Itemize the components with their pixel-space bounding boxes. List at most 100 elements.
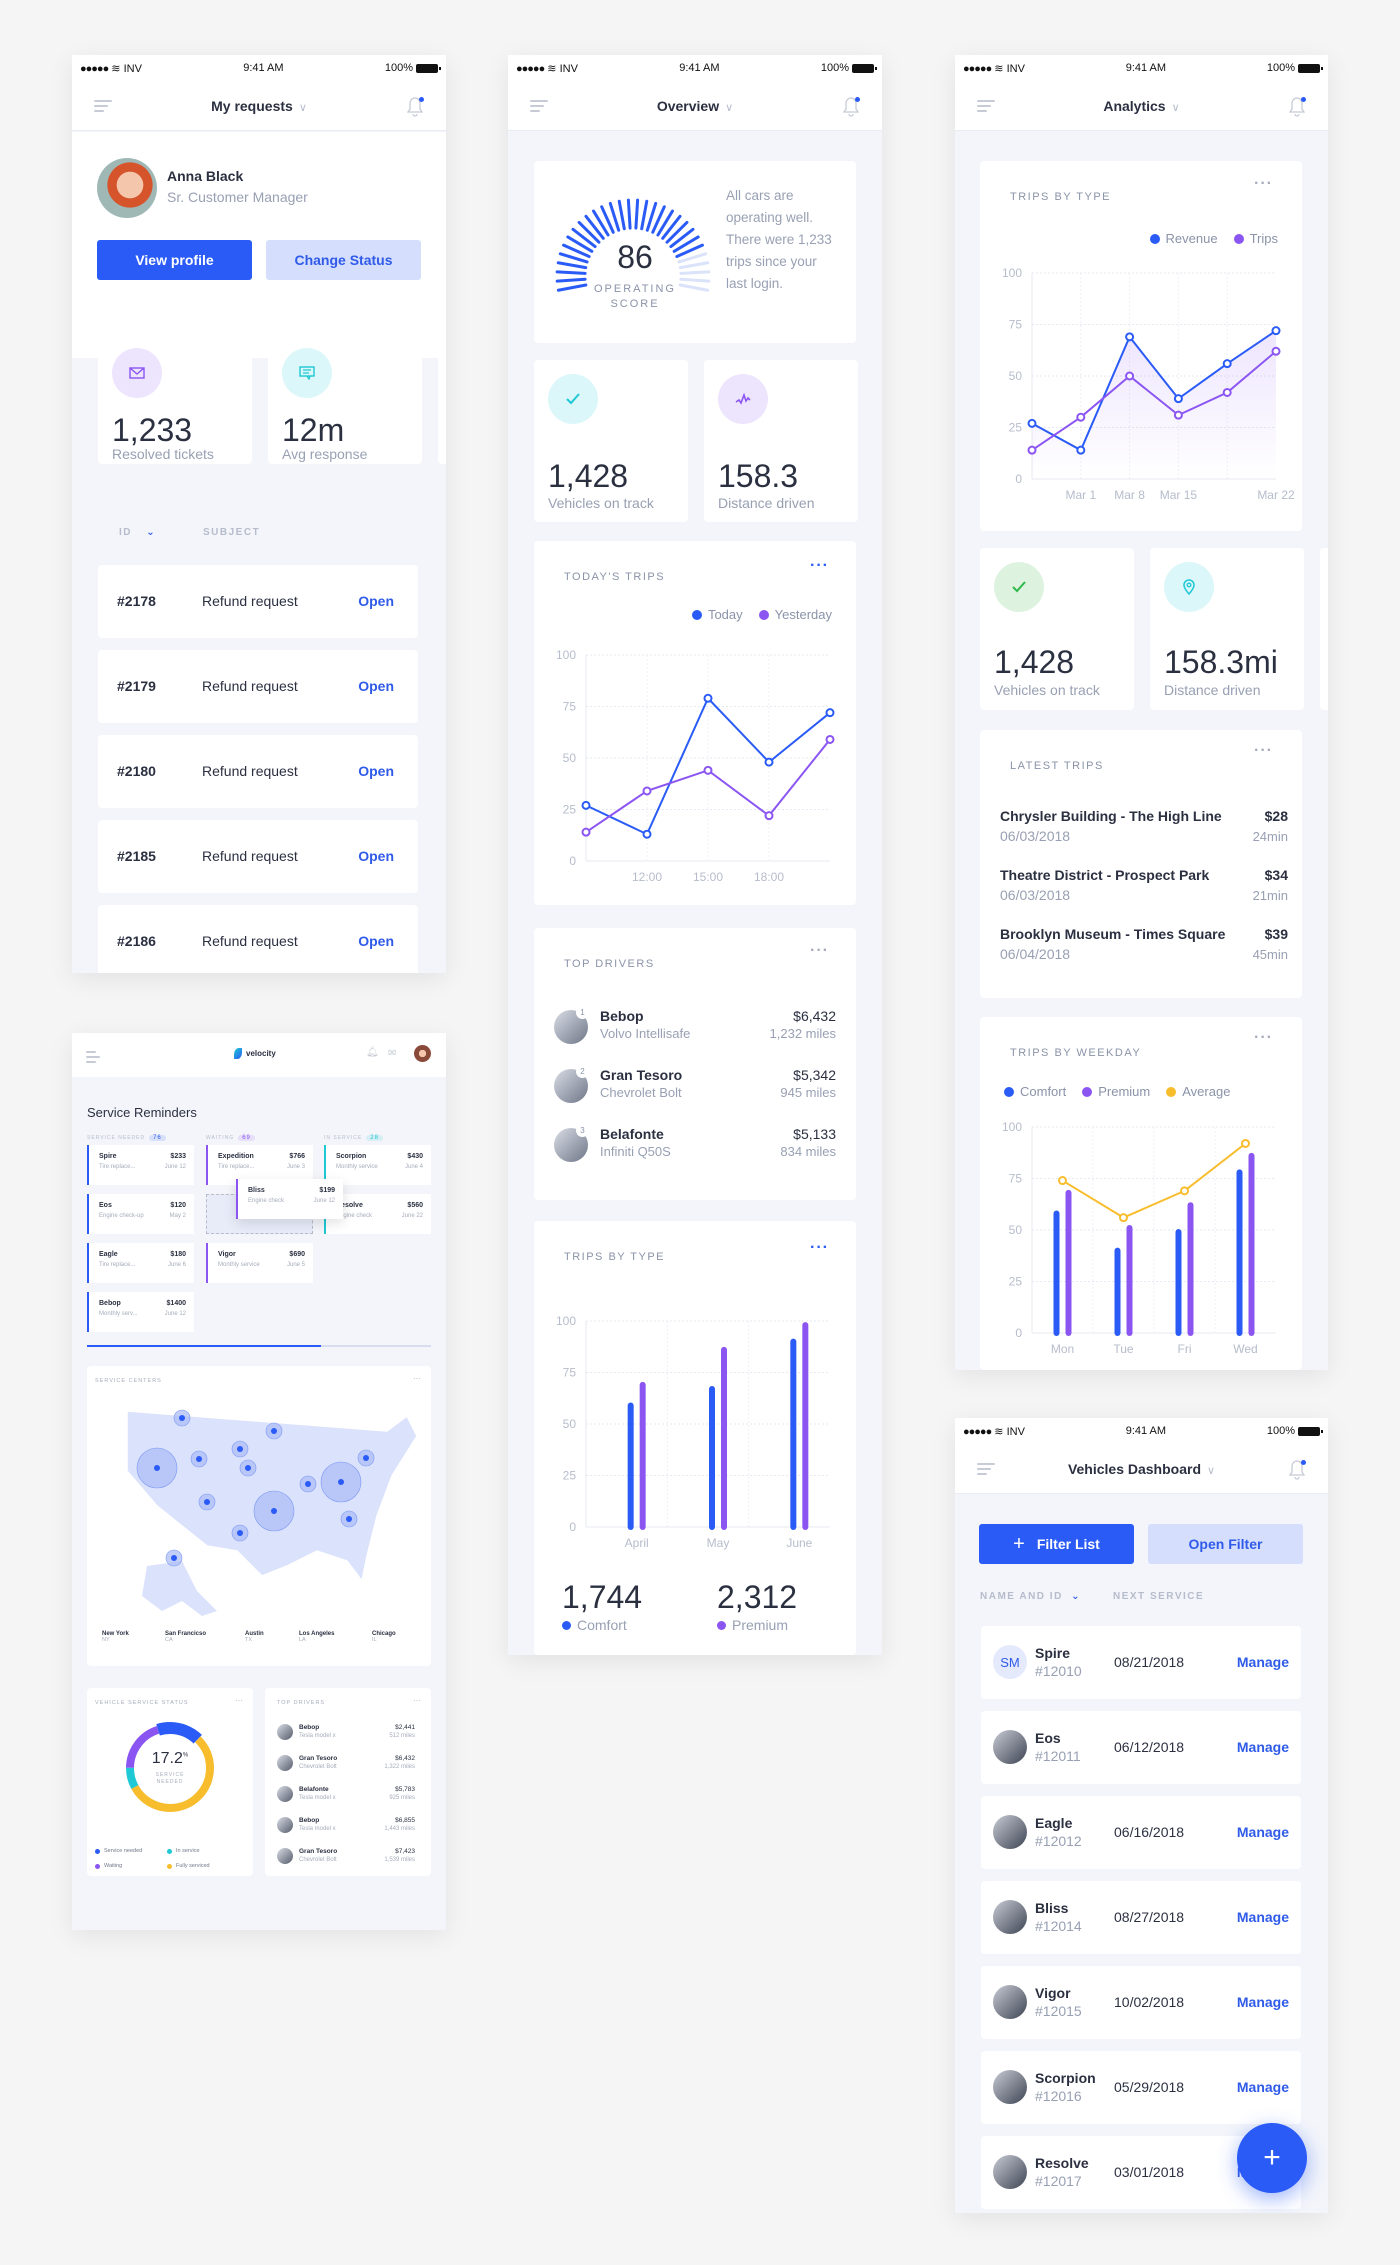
ticket-row[interactable]: #2179 Refund request Open [98,650,418,723]
filter-list-button[interactable]: + Filter List [979,1524,1134,1564]
avatar[interactable] [97,158,157,218]
driver-row[interactable]: Bebop Tesla model x $6,855 1,443 miles [277,1815,415,1843]
data-point[interactable] [825,734,835,744]
vehicle-row[interactable]: SM Spire #12010 08/21/2018 Manage [981,1626,1301,1699]
trip-row[interactable]: Brooklyn Museum - Times Square $39 06/04… [1000,926,1288,978]
more-options-icon[interactable]: ··· [1254,742,1273,760]
notification-bell-icon[interactable] [406,95,424,117]
open-ticket-link[interactable]: Open [358,848,394,864]
notification-bell-icon[interactable]: 🔔︎ [366,1047,379,1058]
vehicle-row[interactable]: Eos #12011 06/12/2018 Manage [981,1711,1301,1784]
data-point[interactable] [1027,445,1037,455]
service-center-marker[interactable] [136,1447,178,1489]
data-point[interactable] [1173,394,1183,404]
driver-row[interactable]: Gran Tesoro Chevrolet Bolt $6,432 1,322 … [277,1753,415,1781]
screen-title-dropdown[interactable]: Overview ∨ [657,98,733,114]
brand-logo[interactable]: velocity [234,1048,276,1059]
open-filter-button[interactable]: Open Filter [1148,1524,1303,1564]
trip-row[interactable]: Chrysler Building - The High Line $28 06… [1000,808,1288,860]
driver-row[interactable]: 1 Bebop Volvo Intellisafe $6,432 1,232 m… [554,1006,836,1054]
manage-link[interactable]: Manage [1237,1654,1289,1670]
service-center-marker[interactable] [299,1475,317,1493]
service-center-marker[interactable] [198,1493,216,1511]
open-ticket-link[interactable]: Open [358,763,394,779]
service-card[interactable]: Vigor $690 Monthly service June 5 [206,1243,313,1283]
service-center-marker[interactable] [265,1422,283,1440]
driver-row[interactable]: 2 Gran Tesoro Chevrolet Bolt $5,342 945 … [554,1065,836,1113]
more-options-icon[interactable]: ··· [413,1374,421,1383]
data-point[interactable] [764,811,774,821]
service-center-marker[interactable] [253,1490,295,1532]
more-options-icon[interactable]: ··· [235,1696,243,1705]
open-ticket-link[interactable]: Open [358,678,394,694]
more-options-icon[interactable]: ··· [810,1239,829,1257]
service-card[interactable]: Spire $233 Tire replace... June 12 [87,1145,194,1185]
data-point[interactable] [1076,412,1086,422]
vehicle-row[interactable]: Vigor #12015 10/02/2018 Manage [981,1966,1301,2039]
menu-icon[interactable] [530,99,548,112]
vehicle-row[interactable]: Bliss #12014 08/27/2018 Manage [981,1881,1301,1954]
trip-row[interactable]: Theatre District - Prospect Park $34 06/… [1000,867,1288,919]
data-point[interactable] [1076,445,1086,455]
data-point[interactable] [764,757,774,767]
more-options-icon[interactable]: ··· [1254,1029,1273,1047]
more-options-icon[interactable]: ··· [1254,175,1273,193]
data-point[interactable] [1271,326,1281,336]
menu-icon[interactable] [86,1051,100,1063]
more-options-icon[interactable]: ··· [810,557,829,575]
mail-icon[interactable]: ✉︎ [388,1048,396,1059]
ticket-row[interactable]: #2185 Refund request Open [98,820,418,893]
data-point[interactable] [1125,371,1135,381]
data-point[interactable] [1271,346,1281,356]
manage-link[interactable]: Manage [1237,1739,1289,1755]
city-item[interactable]: Los Angeles LA [299,1631,334,1643]
data-point[interactable] [703,765,713,775]
data-point[interactable] [1058,1176,1067,1186]
manage-link[interactable]: Manage [1237,1994,1289,2010]
data-point[interactable] [1180,1186,1189,1196]
city-item[interactable]: San Francicso CA [165,1631,206,1643]
data-point[interactable] [642,786,652,796]
manage-link[interactable]: Manage [1237,2079,1289,2095]
service-center-marker[interactable] [357,1449,375,1467]
driver-row[interactable]: 3 Belafonte Infiniti Q50S $5,133 834 mil… [554,1124,836,1172]
service-center-marker[interactable] [231,1524,249,1542]
service-center-marker[interactable] [320,1461,362,1503]
manage-link[interactable]: Manage [1237,1909,1289,1925]
open-ticket-link[interactable]: Open [358,593,394,609]
ticket-row[interactable]: #2178 Refund request Open [98,565,418,638]
screen-title-dropdown[interactable]: Vehicles Dashboard ∨ [1068,1461,1215,1477]
ticket-row[interactable]: #2180 Refund request Open [98,735,418,808]
notification-bell-icon[interactable] [1288,95,1306,117]
data-point[interactable] [581,800,591,810]
screen-title-dropdown[interactable]: My requests ∨ [211,98,307,114]
service-center-marker[interactable] [173,1409,191,1427]
more-options-icon[interactable]: ··· [810,942,829,960]
service-card[interactable]: Eos $120 Engine check-up May 2 [87,1194,194,1234]
driver-row[interactable]: Bebop Tesla model x $2,441 512 miles [277,1722,415,1750]
data-point[interactable] [1119,1213,1128,1223]
notification-bell-icon[interactable] [1288,1458,1306,1480]
service-card[interactable]: Eagle $180 Tire replace... June 6 [87,1243,194,1283]
scrollbar-thumb[interactable] [87,1345,321,1347]
open-ticket-link[interactable]: Open [358,933,394,949]
city-item[interactable]: New York NY [102,1631,129,1643]
change-status-button[interactable]: Change Status [266,240,421,280]
column-header-id[interactable]: ID ⌄ [119,527,156,538]
vehicle-row[interactable]: Eagle #12012 06/16/2018 Manage [981,1796,1301,1869]
manage-link[interactable]: Manage [1237,1824,1289,1840]
user-avatar[interactable] [414,1045,431,1062]
horizontal-scrollbar[interactable] [87,1345,431,1347]
data-point[interactable] [1125,332,1135,342]
menu-icon[interactable] [977,99,995,112]
dragging-service-card[interactable]: Bliss $199 Engine check June 12 [236,1179,343,1219]
service-center-marker[interactable] [340,1510,358,1528]
menu-icon[interactable] [94,99,112,112]
data-point[interactable] [1222,387,1232,397]
menu-icon[interactable] [977,1462,995,1475]
notification-bell-icon[interactable] [842,95,860,117]
data-point[interactable] [703,693,713,703]
data-point[interactable] [1222,359,1232,369]
column-header-name[interactable]: NAME AND ID ⌄ [980,1591,1081,1602]
vehicle-row[interactable]: Scorpion #12016 05/29/2018 Manage [981,2051,1301,2124]
